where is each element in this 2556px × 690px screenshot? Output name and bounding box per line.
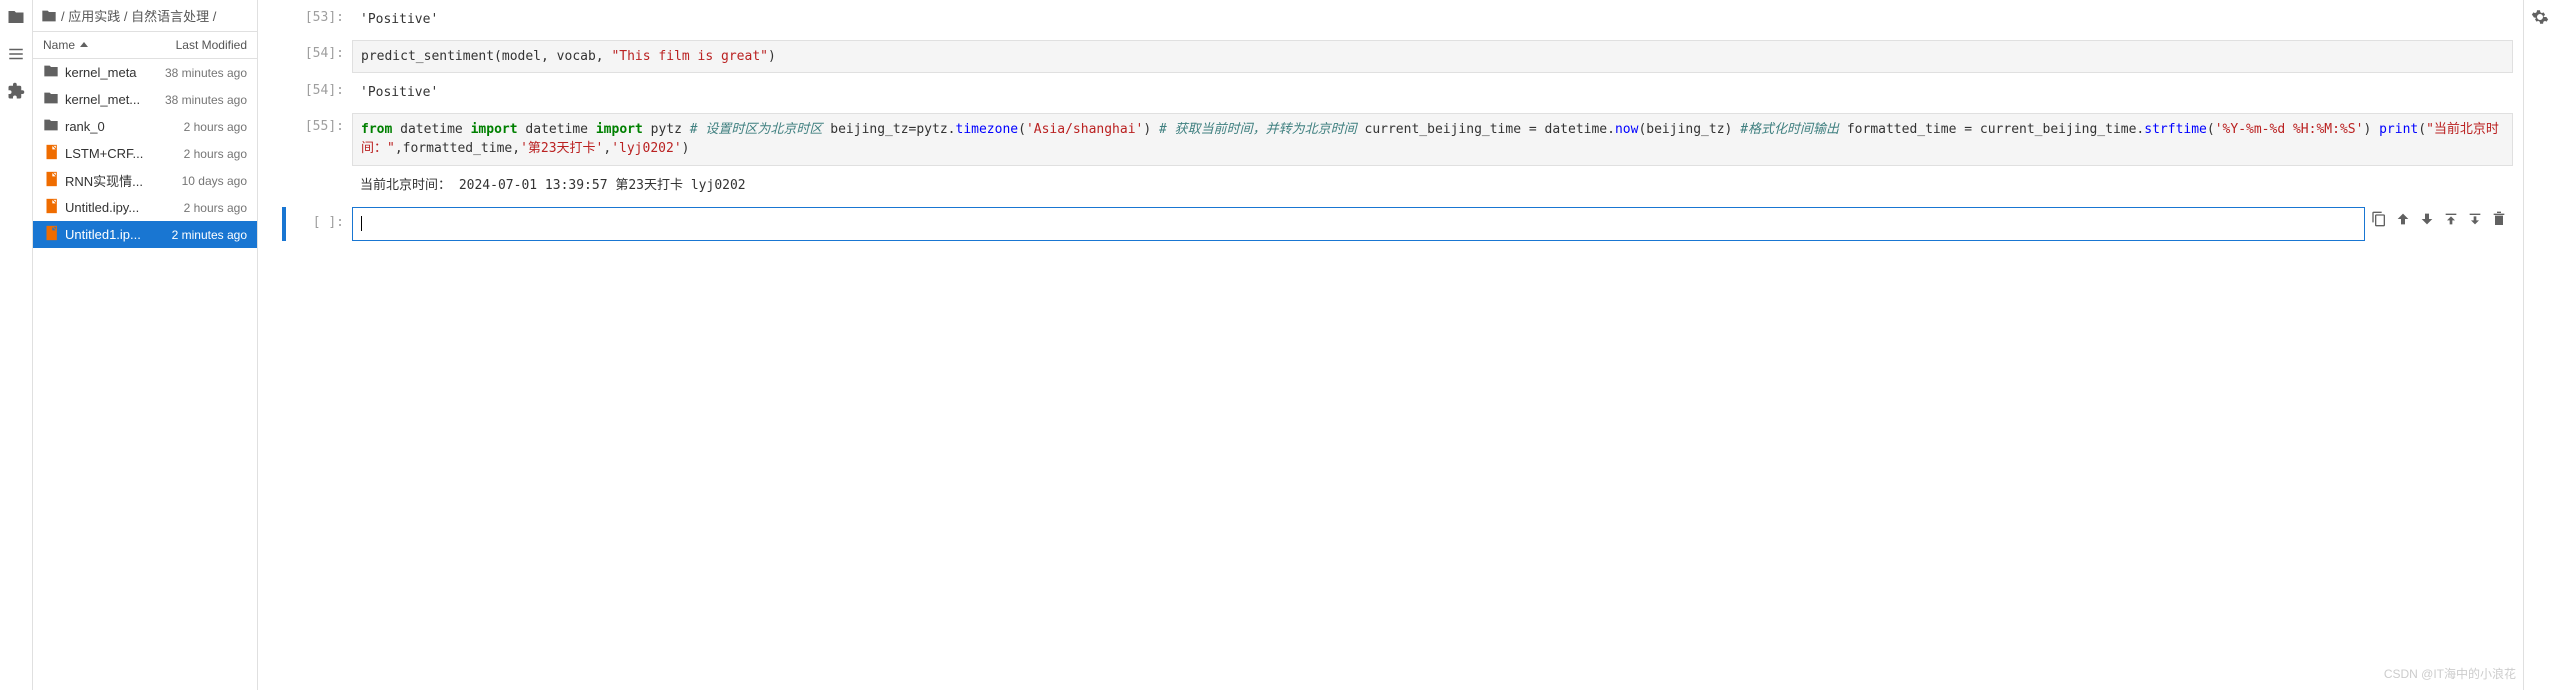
notebook-icon <box>43 171 59 190</box>
move-down-icon[interactable] <box>2419 211 2435 230</box>
file-modified-time: 38 minutes ago <box>165 66 247 80</box>
file-modified-time: 2 hours ago <box>184 147 247 161</box>
right-sidebar <box>2523 0 2556 690</box>
watermark: CSDN @IT海中的小浪花 <box>2384 665 2516 682</box>
file-name-label: rank_0 <box>65 119 105 134</box>
output-text: 'Positive' <box>352 77 2513 109</box>
file-modified-time: 10 days ago <box>182 174 247 188</box>
file-row[interactable]: rank_0 2 hours ago <box>33 113 257 140</box>
file-name-label: Untitled.ipy... <box>65 200 139 215</box>
code-input[interactable] <box>352 207 2365 241</box>
file-name-label: Untitled1.ip... <box>65 227 141 242</box>
file-modified-time: 2 hours ago <box>184 120 247 134</box>
file-list-header: Name Last Modified <box>33 32 257 59</box>
code-content[interactable]: from datetime import datetime import pyt… <box>352 113 2513 166</box>
file-row[interactable]: kernel_met... 38 minutes ago <box>33 86 257 113</box>
notebook-icon <box>43 144 59 163</box>
active-cell-indicator <box>282 207 286 241</box>
file-row[interactable]: RNN实现情... 10 days ago <box>33 167 257 194</box>
file-row[interactable]: Untitled.ipy... 2 hours ago <box>33 194 257 221</box>
output-text: 当前北京时间： 2024-07-01 13:39:57 第23天打卡 lyj02… <box>352 170 2513 202</box>
file-row[interactable]: kernel_meta 38 minutes ago <box>33 59 257 86</box>
notebook-icon <box>43 225 59 244</box>
file-row[interactable]: Untitled1.ip... 2 minutes ago <box>33 221 257 248</box>
folder-icon <box>43 90 59 109</box>
output-prompt: [53]: <box>288 4 352 25</box>
input-prompt: [54]: <box>288 40 352 61</box>
folder-icon <box>43 117 59 136</box>
file-name-label: LSTM+CRF... <box>65 146 143 161</box>
code-cell[interactable]: [55]: from datetime import datetime impo… <box>288 113 2513 166</box>
notebook-icon <box>43 198 59 217</box>
breadcrumb-path: / 应用实践 / 自然语言处理 / <box>61 6 216 25</box>
header-name[interactable]: Name <box>43 38 89 52</box>
sort-asc-icon <box>79 40 89 50</box>
output-prompt <box>288 170 352 176</box>
file-browser: / 应用实践 / 自然语言处理 / Name Last Modified ker… <box>33 0 258 690</box>
input-prompt: [ ]: <box>288 207 352 230</box>
code-cell[interactable]: [54]: predict_sentiment(model, vocab, "T… <box>288 40 2513 74</box>
notebook-area: [53]: 'Positive' [54]: predict_sentiment… <box>258 0 2523 690</box>
file-row[interactable]: LSTM+CRF... 2 hours ago <box>33 140 257 167</box>
file-name-label: kernel_met... <box>65 92 140 107</box>
output-prompt: [54]: <box>288 77 352 98</box>
file-name-label: kernel_meta <box>65 65 137 80</box>
move-up-icon[interactable] <box>2395 211 2411 230</box>
duplicate-icon[interactable] <box>2371 211 2387 230</box>
output-cell: [54]: 'Positive' <box>288 77 2513 109</box>
header-modified[interactable]: Last Modified <box>176 38 247 52</box>
file-modified-time: 2 minutes ago <box>172 228 247 242</box>
active-code-cell[interactable]: [ ]: <box>288 207 2513 241</box>
folder-icon <box>43 63 59 82</box>
input-prompt: [55]: <box>288 113 352 134</box>
file-list: kernel_meta 38 minutes ago kernel_met... 38… <box>33 59 257 690</box>
folder-icon[interactable] <box>7 8 25 29</box>
output-cell: [53]: 'Positive' <box>288 4 2513 36</box>
file-name-label: RNN实现情... <box>65 171 143 190</box>
insert-below-icon[interactable] <box>2467 211 2483 230</box>
cell-toolbar <box>2365 207 2513 234</box>
file-modified-time: 38 minutes ago <box>165 93 247 107</box>
file-modified-time: 2 hours ago <box>184 201 247 215</box>
list-icon[interactable] <box>7 45 25 66</box>
code-content[interactable]: predict_sentiment(model, vocab, "This fi… <box>352 40 2513 74</box>
output-cell: 当前北京时间： 2024-07-01 13:39:57 第23天打卡 lyj02… <box>288 170 2513 202</box>
settings-icon[interactable] <box>2531 8 2549 29</box>
insert-above-icon[interactable] <box>2443 211 2459 230</box>
extensions-icon[interactable] <box>7 82 25 103</box>
activity-bar <box>0 0 33 690</box>
output-text: 'Positive' <box>352 4 2513 36</box>
breadcrumb[interactable]: / 应用实践 / 自然语言处理 / <box>33 0 257 32</box>
delete-icon[interactable] <box>2491 211 2507 230</box>
